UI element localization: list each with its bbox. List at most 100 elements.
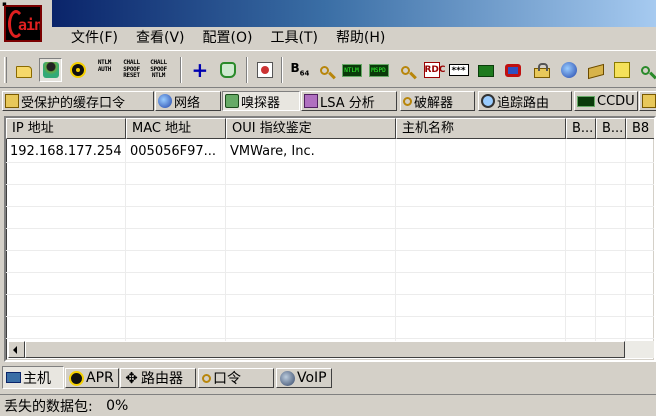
- lock-icon: [5, 94, 19, 108]
- base64-sub: 64: [299, 69, 310, 78]
- keyring-button[interactable]: [394, 58, 417, 82]
- add-button[interactable]: +: [188, 58, 211, 82]
- status-label: 丢失的数据包:: [4, 398, 93, 415]
- column-header-ip[interactable]: IP 地址: [6, 118, 126, 139]
- chall-spoof-reset-button[interactable]: CHALL SPOOF RESET: [120, 58, 143, 82]
- list-header: IP 地址 MAC 地址 OUI 指纹鉴定 主机名称 B... B... B8: [6, 118, 654, 139]
- tab-apr[interactable]: APR: [65, 368, 119, 388]
- tab-protected-cache[interactable]: 受保护的缓存口令: [2, 91, 154, 111]
- tab-label: 嗅探器: [241, 95, 281, 111]
- key-icon: [403, 96, 412, 106]
- recycle-icon: [219, 62, 236, 78]
- tab-more[interactable]: [639, 91, 656, 111]
- rdc-button[interactable]: RDC: [420, 58, 446, 82]
- traceroute-icon: [481, 94, 495, 108]
- tab-traceroute[interactable]: 追踪路由: [478, 91, 572, 111]
- yellow-tool-button[interactable]: [610, 58, 633, 82]
- keyring-icon: [401, 65, 410, 75]
- green-key-button[interactable]: [634, 58, 656, 82]
- globe-button[interactable]: [557, 58, 580, 82]
- bottom-tab-strip: 主机 APR ✥ 路由器 口令 VoIP: [0, 366, 656, 390]
- toolbar-separator: [180, 57, 182, 83]
- base64-icon: B64: [290, 61, 310, 78]
- voip-icon: [280, 370, 295, 386]
- column-header-b1[interactable]: B...: [566, 118, 596, 139]
- tab-label: 主机: [23, 370, 51, 387]
- column-header-b8[interactable]: B8: [626, 118, 654, 139]
- network-globe-icon: [158, 94, 172, 108]
- column-header-oui[interactable]: OUI 指纹鉴定: [226, 118, 396, 139]
- tab-sniffer[interactable]: 嗅探器: [222, 91, 300, 111]
- column-header-mac[interactable]: MAC 地址: [126, 118, 226, 139]
- chall-spoof-ntlm-button[interactable]: CHALL SPOOF NTLM: [147, 58, 170, 82]
- cell-oui: VMWare, Inc.: [230, 144, 315, 159]
- router-arrows-icon: ✥: [125, 368, 138, 387]
- folder-icon: [15, 65, 32, 78]
- ccdu-icon: [577, 95, 595, 107]
- scroll-left-arrow-icon[interactable]: [8, 341, 25, 358]
- book-button[interactable]: [584, 58, 607, 82]
- lsa-icon: [304, 94, 318, 108]
- grid-line: [6, 228, 654, 229]
- mspd-button[interactable]: MSPD: [367, 58, 390, 82]
- menu-bar: 文件(F) 查看(V) 配置(O) 工具(T) 帮助(H): [62, 27, 394, 49]
- remove-button[interactable]: [216, 58, 239, 82]
- tab-routers[interactable]: ✥ 路由器: [120, 368, 196, 388]
- grid-line: [225, 139, 226, 344]
- logo-text: ain: [18, 16, 42, 34]
- menu-file[interactable]: 文件(F): [62, 27, 127, 49]
- ntlm-hash-button[interactable]: NTLM: [340, 58, 363, 82]
- yellow-key-icon: [613, 62, 630, 78]
- key-button[interactable]: [313, 58, 336, 82]
- menu-view[interactable]: 查看(V): [127, 27, 194, 49]
- tab-label: 破解器: [414, 95, 454, 111]
- green-tool-button[interactable]: [474, 58, 497, 82]
- plus-icon: +: [191, 58, 209, 82]
- base64-button[interactable]: B64: [287, 58, 310, 82]
- red-box-icon: [504, 63, 521, 77]
- toolbar-grip[interactable]: [4, 57, 7, 83]
- horizontal-scrollbar[interactable]: [8, 341, 654, 358]
- start-apr-button[interactable]: [66, 58, 89, 82]
- grid-line: [395, 139, 396, 344]
- menu-tools[interactable]: 工具(T): [261, 27, 326, 49]
- tab-lsa-analysis[interactable]: LSA 分析: [301, 91, 397, 111]
- grid-line: [595, 139, 596, 344]
- toolbar: NTLM AUTH CHALL SPOOF RESET CHALL SPOOF …: [0, 50, 656, 88]
- ntlm-auth-button[interactable]: NTLM AUTH: [93, 58, 116, 82]
- hosts-list[interactable]: IP 地址 MAC 地址 OUI 指纹鉴定 主机名称 B... B... B8 …: [4, 116, 656, 362]
- certificate-button[interactable]: [253, 58, 276, 82]
- grid-line: [6, 250, 654, 251]
- cell-ip: 192.168.177.254: [10, 144, 122, 159]
- base64-letter: B: [290, 61, 300, 75]
- tab-network[interactable]: 网络: [155, 91, 221, 111]
- open-button[interactable]: [12, 58, 35, 82]
- green-key-icon: [641, 65, 650, 75]
- grid-line: [625, 139, 626, 344]
- password-icon: ***: [448, 64, 469, 76]
- status-value: 0%: [106, 397, 129, 414]
- green-board-icon: [477, 65, 494, 77]
- password-button[interactable]: ***: [447, 58, 470, 82]
- tab-cracker[interactable]: 破解器: [400, 91, 475, 111]
- tab-ccdu[interactable]: CCDU: [574, 91, 638, 111]
- lock-button[interactable]: [530, 58, 553, 82]
- tab-passwords[interactable]: 口令: [198, 368, 274, 388]
- tab-label: CCDU: [597, 93, 635, 109]
- column-header-b2[interactable]: B...: [596, 118, 626, 139]
- red-box-button[interactable]: [501, 58, 524, 82]
- grid-line: [6, 294, 654, 295]
- tab-label: VoIP: [297, 370, 327, 386]
- globe-icon: [560, 62, 577, 78]
- menu-help[interactable]: 帮助(H): [327, 27, 394, 49]
- scroll-thumb[interactable]: [25, 341, 625, 358]
- menu-config[interactable]: 配置(O): [194, 27, 262, 49]
- start-sniffer-button[interactable]: [39, 58, 62, 82]
- table-row[interactable]: 192.168.177.254 005056F97... VMWare, Inc…: [6, 141, 654, 163]
- key-icon: [320, 65, 329, 75]
- tab-hosts[interactable]: 主机: [2, 366, 64, 389]
- tab-voip[interactable]: VoIP: [276, 368, 332, 388]
- toolbar-separator: [246, 57, 248, 83]
- sniffer-icon: [225, 94, 239, 108]
- column-header-hostname[interactable]: 主机名称: [396, 118, 566, 139]
